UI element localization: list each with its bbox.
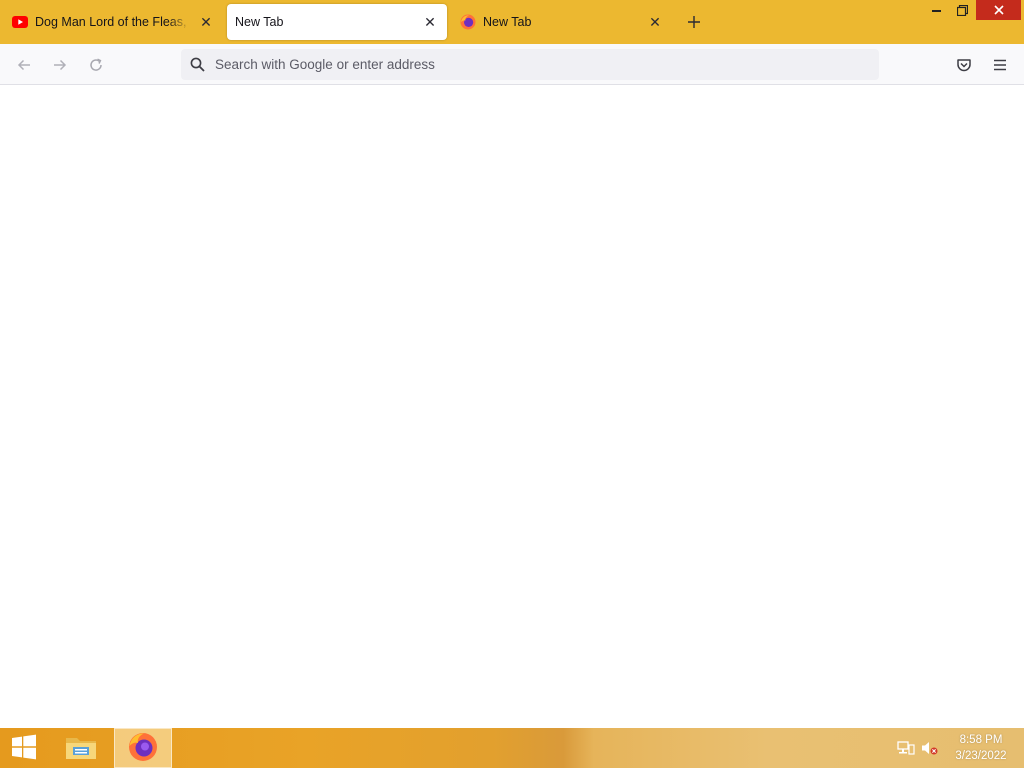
close-tab-icon[interactable]: ✕ bbox=[646, 13, 664, 31]
firefox-taskbar-button[interactable] bbox=[114, 728, 172, 768]
navigation-toolbar bbox=[0, 44, 1024, 85]
system-clock[interactable]: 8:58 PM 3/23/2022 bbox=[946, 732, 1016, 764]
page-content-area bbox=[0, 85, 1024, 728]
firefox-icon bbox=[127, 731, 159, 766]
close-tab-icon[interactable]: ✕ bbox=[421, 13, 439, 31]
tab-new-tab-active[interactable]: New Tab ✕ bbox=[227, 4, 447, 40]
hamburger-menu-icon[interactable] bbox=[987, 52, 1013, 78]
taskbar: 8:58 PM 3/23/2022 bbox=[0, 728, 1024, 768]
youtube-icon bbox=[12, 14, 28, 30]
clock-time: 8:58 PM bbox=[959, 734, 1003, 746]
start-button[interactable] bbox=[0, 728, 48, 768]
back-arrow-icon[interactable] bbox=[11, 52, 37, 78]
windows-logo-icon bbox=[11, 734, 37, 763]
forward-arrow-icon[interactable] bbox=[47, 52, 73, 78]
tab-youtube[interactable]: Dog Man Lord of the Fleas, Read ✕ bbox=[4, 4, 223, 40]
firefox-icon bbox=[460, 14, 476, 30]
tab-title: Dog Man Lord of the Fleas, Read bbox=[35, 15, 191, 29]
volume-muted-icon[interactable] bbox=[921, 740, 939, 756]
minimize-icon[interactable] bbox=[925, 0, 949, 20]
file-explorer-button[interactable] bbox=[56, 728, 106, 768]
tab-title: New Tab bbox=[235, 15, 284, 29]
folder-icon bbox=[64, 732, 98, 765]
restore-icon[interactable] bbox=[950, 0, 974, 20]
tab-strip: Dog Man Lord of the Fleas, Read ✕ New Ta… bbox=[0, 0, 1024, 44]
address-bar[interactable] bbox=[181, 49, 879, 80]
search-icon bbox=[189, 57, 205, 73]
close-tab-icon[interactable]: ✕ bbox=[197, 13, 215, 31]
new-tab-plus-icon[interactable] bbox=[683, 11, 705, 33]
pocket-icon[interactable] bbox=[951, 52, 977, 78]
reload-icon[interactable] bbox=[83, 52, 109, 78]
tab-title: New Tab bbox=[483, 15, 532, 29]
network-icon[interactable] bbox=[897, 740, 915, 756]
address-input[interactable] bbox=[215, 57, 855, 72]
tab-new-tab[interactable]: New Tab ✕ bbox=[452, 4, 672, 40]
window-close-icon[interactable] bbox=[976, 0, 1021, 20]
clock-date: 3/23/2022 bbox=[955, 750, 1007, 762]
